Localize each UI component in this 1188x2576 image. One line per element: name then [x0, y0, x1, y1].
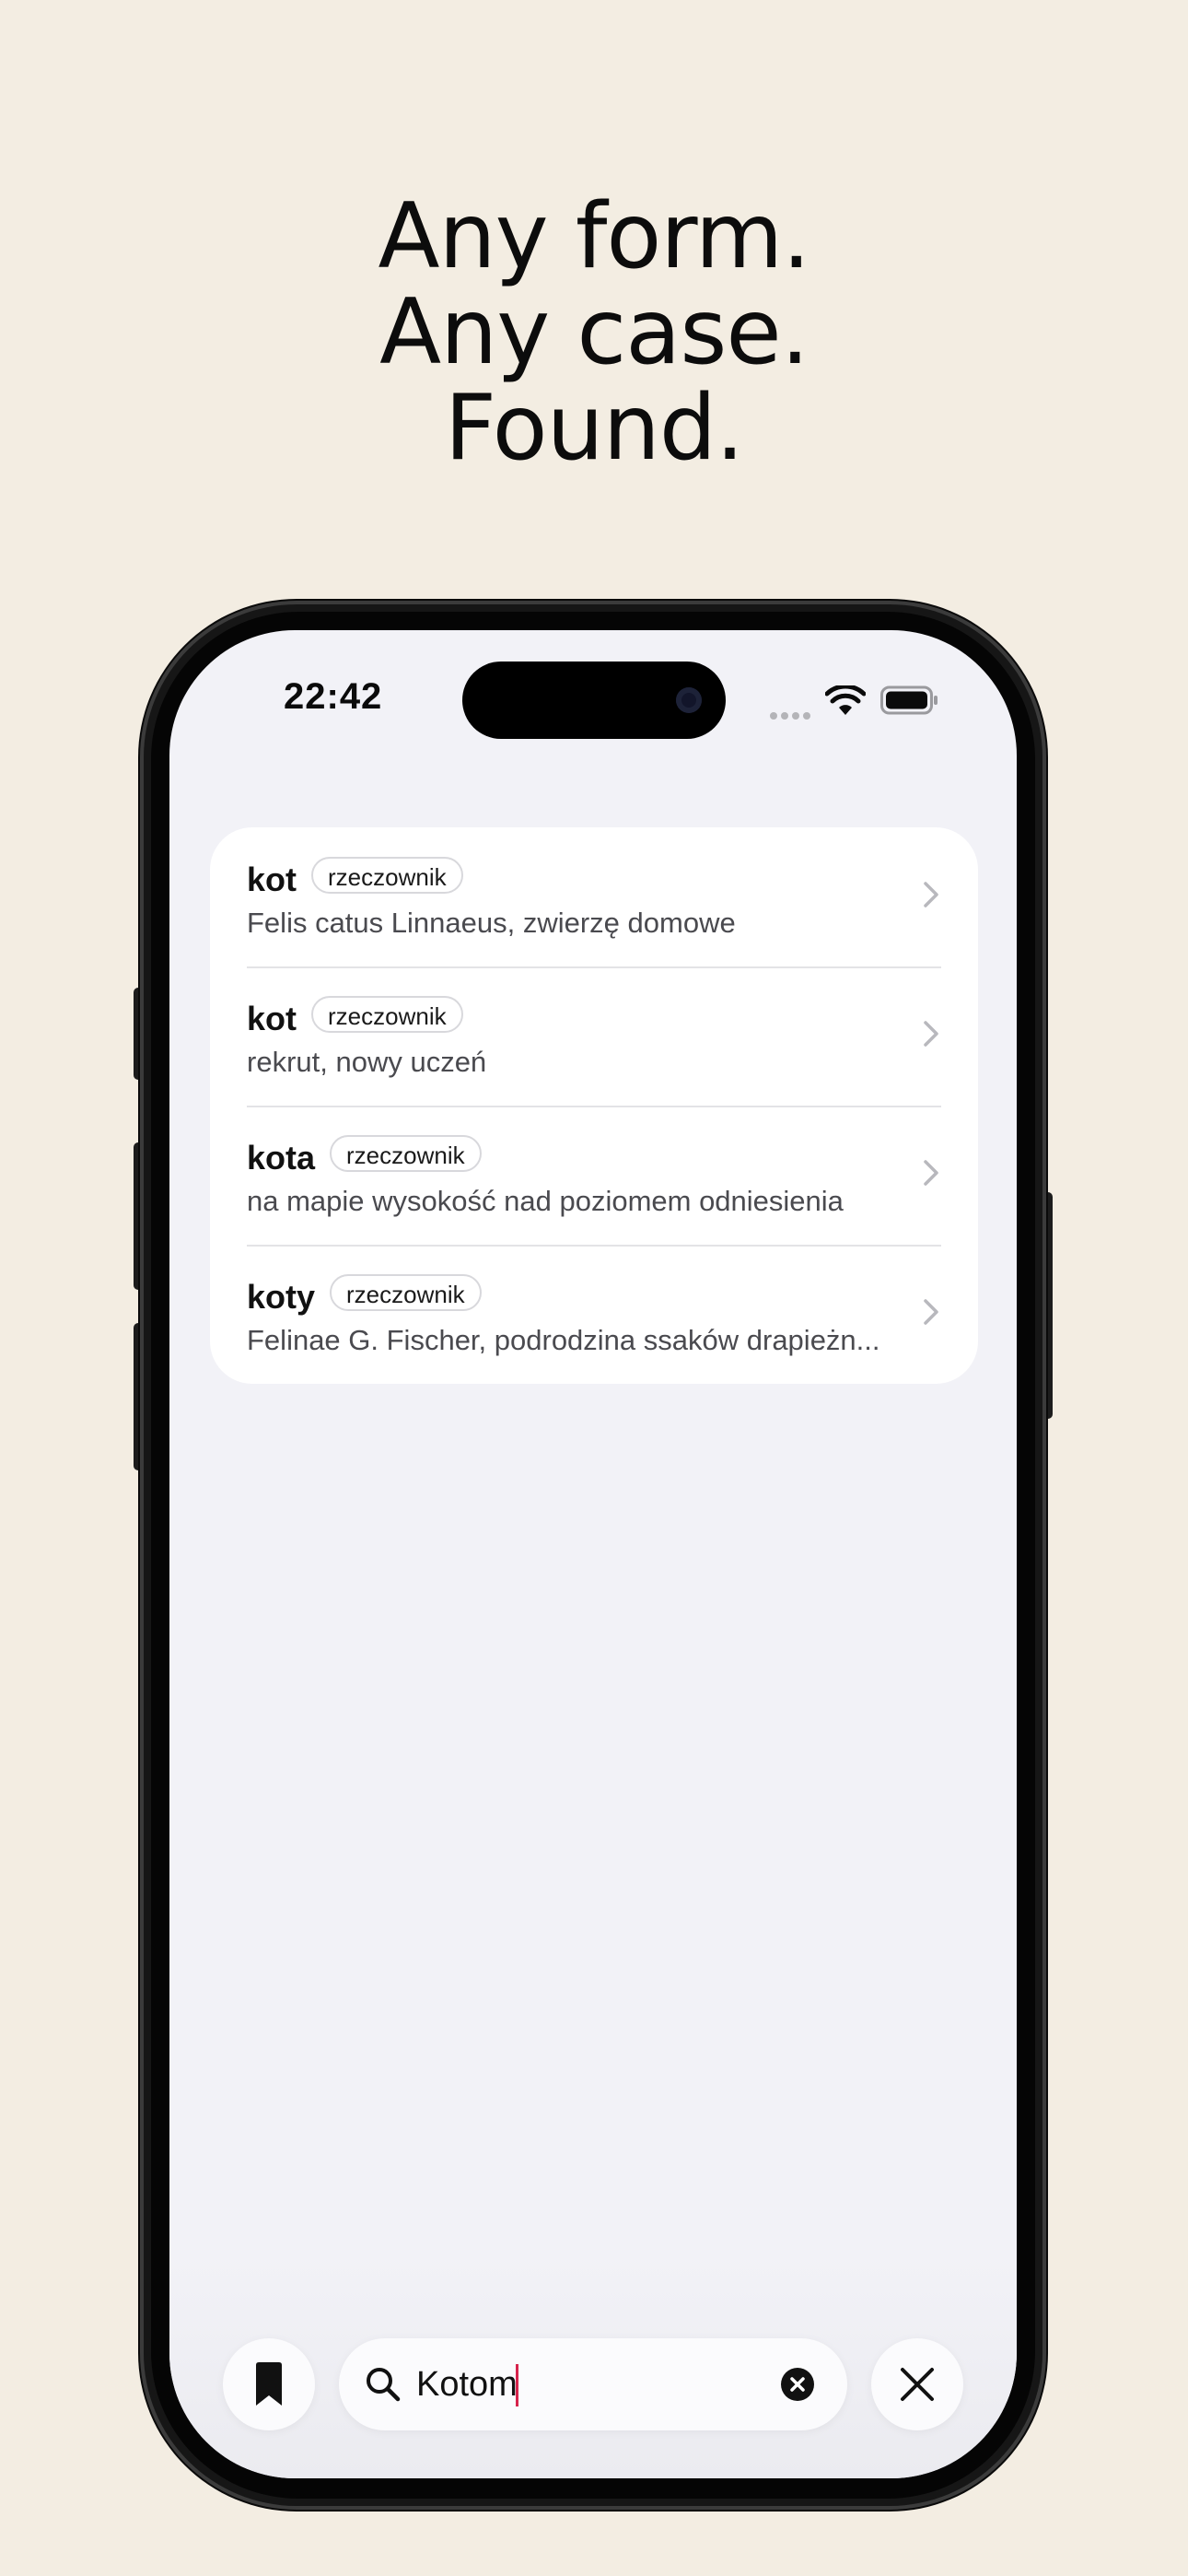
bookmark-icon [256, 2362, 282, 2406]
text-caret [516, 2364, 518, 2406]
search-bar[interactable] [339, 2338, 847, 2430]
part-of-speech-badge: rzeczownik [330, 1135, 482, 1172]
result-row[interactable]: kot rzeczownik Felis catus Linnaeus, zwi… [210, 827, 978, 966]
close-icon [901, 2368, 934, 2401]
headline-line-3: Found. [444, 376, 744, 481]
cellular-signal-icon [770, 708, 814, 724]
search-icon [367, 2368, 401, 2402]
result-word: kot [247, 1000, 297, 1037]
results-list: kot rzeczownik Felis catus Linnaeus, zwi… [210, 827, 978, 1384]
dynamic-island [462, 662, 726, 739]
camera-icon [676, 687, 702, 713]
result-definition: rekrut, nowy uczeń [247, 1046, 487, 1078]
chevron-right-icon [924, 1160, 938, 1186]
result-word: kot [247, 861, 297, 898]
close-search-button[interactable] [871, 2338, 963, 2430]
bookmarks-button[interactable] [223, 2338, 315, 2430]
result-row[interactable]: kota rzeczownik na mapie wysokość nad po… [210, 1106, 978, 1245]
status-time: 22:42 [284, 676, 383, 717]
part-of-speech-badge: rzeczownik [311, 857, 463, 894]
search-input[interactable] [416, 2359, 766, 2410]
part-of-speech-badge: rzeczownik [330, 1274, 482, 1311]
headline: Any form. Any case. Found. [0, 189, 1188, 476]
part-of-speech-badge: rzeczownik [311, 996, 463, 1033]
clear-circle-icon[interactable] [781, 2368, 814, 2401]
battery-icon [880, 685, 938, 715]
result-row[interactable]: kot rzeczownik rekrut, nowy uczeń [210, 966, 978, 1106]
chevron-right-icon [924, 1299, 938, 1325]
result-word: kota [247, 1139, 316, 1177]
result-definition: Felis catus Linnaeus, zwierzę domowe [247, 907, 736, 939]
phone-screen: 22:42 kot rzeczownik Felis catus Linnaeu… [169, 630, 1017, 2478]
result-word: koty [247, 1278, 316, 1316]
headline-line-2: Any case. [379, 280, 809, 385]
chevron-right-icon [924, 1021, 938, 1047]
headline-line-1: Any form. [378, 184, 811, 289]
result-row[interactable]: koty rzeczownik Felinae G. Fischer, podr… [210, 1245, 978, 1384]
wifi-icon [825, 685, 866, 715]
result-definition: na mapie wysokość nad poziomem odniesien… [247, 1185, 844, 1217]
chevron-right-icon [924, 882, 938, 907]
result-definition: Felinae G. Fischer, podrodzina ssaków dr… [247, 1324, 880, 1356]
